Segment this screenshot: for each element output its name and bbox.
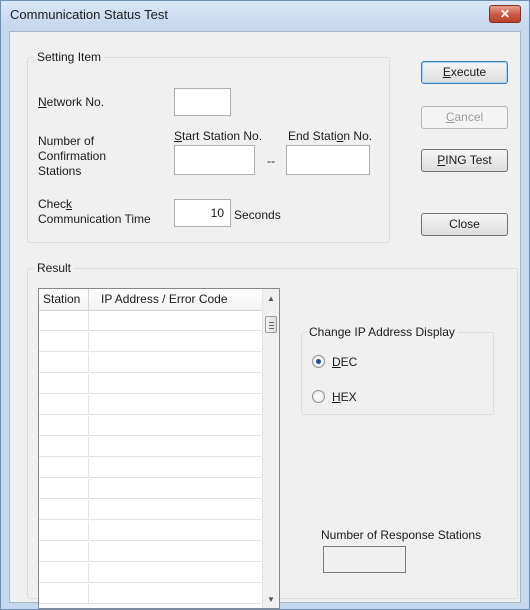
- column-header-ip-address[interactable]: IP Address / Error Code: [89, 289, 263, 311]
- table-row[interactable]: [39, 500, 262, 520]
- response-stations-label: Number of Response Stations: [321, 528, 482, 542]
- scroll-thumb[interactable]: [265, 316, 277, 333]
- row-separator: [88, 416, 89, 435]
- setting-item-legend: Setting Item: [34, 50, 105, 64]
- table-row[interactable]: [39, 542, 262, 562]
- row-separator: [88, 311, 89, 330]
- check-time-label-line1: Check: [38, 197, 73, 211]
- row-separator: [88, 458, 89, 477]
- start-station-input[interactable]: [174, 145, 255, 175]
- execute-button[interactable]: Execute: [421, 61, 508, 84]
- hex-label[interactable]: HEX: [332, 390, 357, 404]
- network-no-label: Network No.: [38, 95, 105, 109]
- column-header-station[interactable]: Station: [39, 289, 89, 311]
- table-row[interactable]: [39, 332, 262, 352]
- row-separator: [88, 395, 89, 414]
- confirmation-label-line2: Confirmation: [38, 149, 107, 163]
- check-time-input[interactable]: 10: [174, 199, 231, 227]
- result-legend: Result: [34, 261, 75, 275]
- check-time-unit: Seconds: [234, 208, 281, 222]
- row-separator: [88, 437, 89, 456]
- confirmation-label-line3: Stations: [38, 164, 82, 178]
- table-row[interactable]: [39, 353, 262, 373]
- table-row[interactable]: [39, 479, 262, 499]
- ping-test-button[interactable]: PING Test: [421, 149, 508, 172]
- dec-radio[interactable]: [312, 355, 325, 368]
- hex-radio[interactable]: [312, 390, 325, 403]
- table-row[interactable]: [39, 416, 262, 436]
- close-button[interactable]: Close: [421, 213, 508, 236]
- table-row[interactable]: [39, 584, 262, 604]
- table-row[interactable]: [39, 374, 262, 394]
- cancel-button[interactable]: Cancel: [421, 106, 508, 129]
- row-separator: [88, 500, 89, 519]
- close-icon[interactable]: ✕: [489, 5, 521, 23]
- row-separator: [88, 374, 89, 393]
- title-bar: Communication Status Test ✕: [1, 1, 529, 29]
- station-range-separator: --: [267, 154, 275, 168]
- row-separator: [88, 584, 89, 603]
- row-separator: [88, 479, 89, 498]
- window-title: Communication Status Test: [10, 7, 168, 22]
- table-row[interactable]: [39, 458, 262, 478]
- table-row[interactable]: [39, 437, 262, 457]
- response-stations-value: [323, 546, 406, 573]
- communication-status-test-dialog: Communication Status Test ✕ Setting Item…: [0, 0, 530, 610]
- dec-label[interactable]: DEC: [332, 355, 357, 369]
- table-scrollbar[interactable]: ▲ ▼: [262, 289, 279, 608]
- result-table[interactable]: Station IP Address / Error Code ▲ ▼: [38, 288, 280, 609]
- check-time-label-line2: Communication Time: [38, 212, 151, 226]
- row-separator: [88, 353, 89, 372]
- table-row[interactable]: [39, 563, 262, 583]
- row-separator: [88, 521, 89, 540]
- ip-display-legend: Change IP Address Display: [306, 325, 458, 339]
- table-row[interactable]: [39, 521, 262, 541]
- table-row[interactable]: [39, 311, 262, 331]
- ip-display-group: Change IP Address Display: [301, 325, 494, 415]
- scroll-up-icon[interactable]: ▲: [263, 294, 279, 303]
- end-station-input[interactable]: [286, 145, 370, 175]
- end-station-label: End Station No.: [288, 129, 373, 143]
- row-separator: [88, 542, 89, 561]
- row-separator: [88, 563, 89, 582]
- network-no-input[interactable]: [174, 88, 231, 116]
- dialog-client-area: Setting Item Network No. Number of Confi…: [9, 31, 521, 609]
- table-row[interactable]: [39, 395, 262, 415]
- scroll-down-icon[interactable]: ▼: [263, 595, 279, 604]
- confirmation-label-line1: Number of: [38, 134, 95, 148]
- row-separator: [88, 332, 89, 351]
- start-station-label: Start Station No.: [174, 129, 263, 143]
